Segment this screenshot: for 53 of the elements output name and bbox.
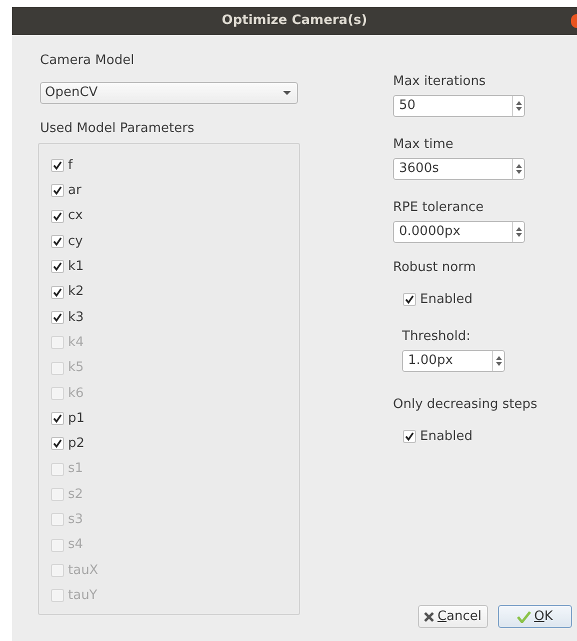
- spin-box[interactable]: 1.00px: [402, 350, 505, 372]
- ok-button[interactable]: OK: [498, 605, 572, 628]
- checkbox[interactable]: [51, 437, 64, 450]
- checkbox[interactable]: [51, 310, 64, 324]
- checkbox[interactable]: [403, 293, 416, 306]
- window-title: Optimize Camera(s): [222, 12, 368, 30]
- checkbox[interactable]: [51, 159, 64, 172]
- spin-arrows-icon[interactable]: [516, 164, 522, 174]
- field-label: Robust norm: [393, 260, 476, 276]
- checkbox[interactable]: [51, 412, 64, 426]
- spin-box[interactable]: 0.0000px: [393, 221, 525, 243]
- checkbox-label: cy: [68, 232, 83, 251]
- camera-model-dropdown[interactable]: OpenCV: [40, 82, 298, 104]
- spin-arrows-icon[interactable]: [496, 356, 502, 366]
- checkbox[interactable]: [403, 430, 416, 443]
- checkbox-label: p1: [68, 410, 85, 428]
- field-label: Camera Model: [40, 53, 134, 69]
- checkbox-label: ar: [68, 182, 82, 200]
- checkbox-label: k5: [68, 359, 84, 378]
- checkmark-icon: [517, 610, 532, 622]
- checkbox-label: f: [68, 156, 73, 175]
- spin-box[interactable]: 3600s: [393, 158, 525, 180]
- checkbox-label: k1: [68, 258, 84, 276]
- checkbox-label: Enabled: [420, 291, 473, 309]
- spin-box[interactable]: 50: [393, 95, 525, 117]
- checkbox-label: k4: [68, 334, 84, 352]
- checkbox[interactable]: [51, 184, 64, 198]
- field-label: Max iterations: [393, 74, 486, 90]
- checkbox-label: s3: [68, 511, 84, 530]
- cancel-button[interactable]: Cancel: [418, 605, 488, 628]
- spin-arrows-icon[interactable]: [516, 101, 522, 111]
- group-label: Used Model Parameters: [40, 121, 194, 137]
- checkbox[interactable]: [51, 260, 64, 274]
- checkbox[interactable]: [51, 210, 64, 223]
- checkbox[interactable]: [51, 235, 64, 248]
- checkbox-label: tauY: [68, 586, 98, 605]
- checkbox-label: s1: [68, 460, 84, 478]
- field-label: RPE tolerance: [393, 200, 484, 216]
- field-label: Threshold:: [402, 328, 470, 344]
- checkbox[interactable]: [51, 286, 64, 299]
- field-label: Only decreasing steps: [393, 396, 538, 412]
- checkbox-label: k6: [68, 384, 84, 403]
- checkbox-label: k2: [68, 283, 84, 302]
- spin-arrows-icon[interactable]: [516, 227, 522, 237]
- checkbox-label: s2: [68, 486, 84, 504]
- checkbox-label: s4: [68, 536, 84, 554]
- checkbox-label: cx: [68, 207, 83, 226]
- checkbox-label: k3: [68, 308, 84, 327]
- checkbox-label: p2: [68, 435, 85, 454]
- dropdown-arrow-icon: [283, 91, 291, 95]
- checkbox-label: Enabled: [420, 428, 473, 446]
- checkbox-label: tauX: [68, 562, 98, 580]
- field-label: Max time: [393, 137, 454, 153]
